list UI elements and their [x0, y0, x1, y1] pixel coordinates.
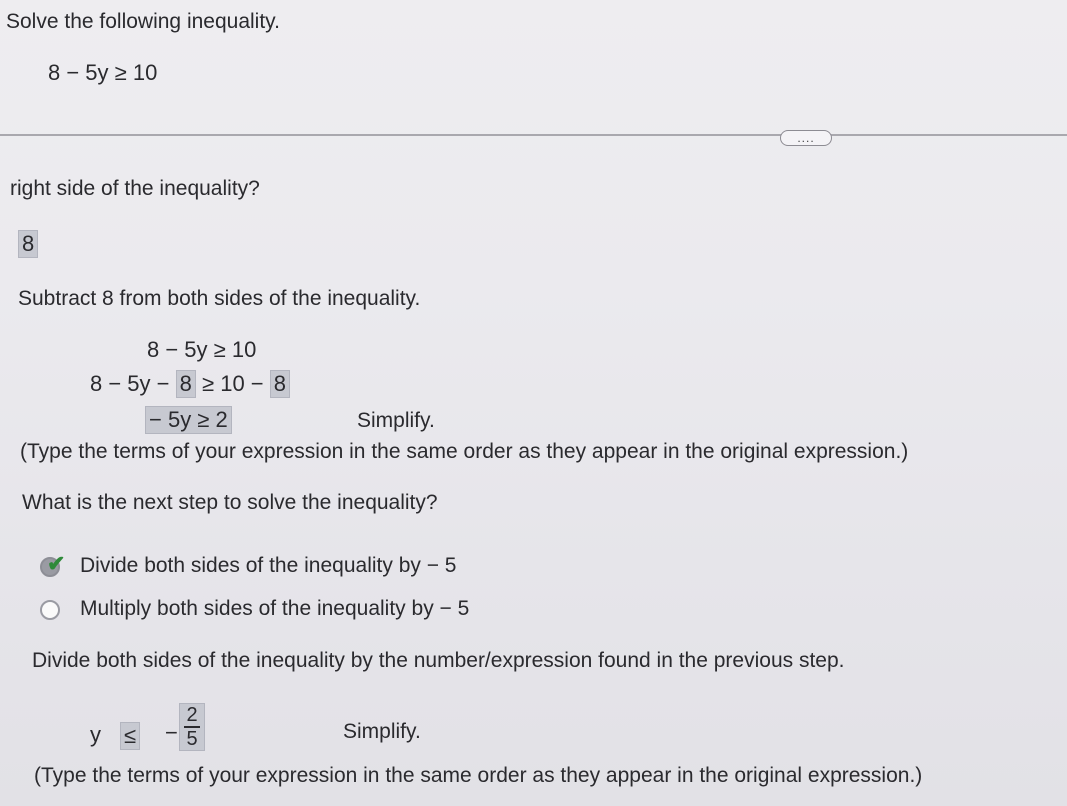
- step4-note: (Type the terms of your expression in th…: [34, 764, 923, 787]
- step4-denominator: 5: [186, 728, 198, 750]
- step1-answer: 8: [18, 230, 39, 258]
- step2-simplified-box[interactable]: − 5y ≥ 2: [145, 406, 232, 434]
- step2-instruction: Subtract 8 from both sides of the inequa…: [18, 287, 421, 310]
- step2-answer-box-1[interactable]: 8: [175, 370, 196, 398]
- original-inequality: 8 − 5y ≥ 10: [48, 60, 158, 85]
- divider: [0, 134, 1067, 136]
- step4-numerator: 2: [186, 704, 198, 726]
- option-divide-radio[interactable]: ✔: [40, 553, 65, 577]
- step4-variable: y: [90, 722, 101, 747]
- step2-line2: 8 − 5y − 8 ≥ 10 − 8: [90, 370, 291, 398]
- step4-relation-box[interactable]: ≤: [120, 722, 141, 750]
- step4-relation: ≤: [120, 722, 141, 750]
- option-divide-label[interactable]: Divide both sides of the inequality by −…: [80, 554, 456, 578]
- step2-answer-box-2[interactable]: 8: [269, 370, 291, 398]
- step1-question: right side of the inequality?: [10, 177, 260, 200]
- step4-sign: −: [165, 720, 178, 745]
- step2-line2-mid: ≥ 10 −: [202, 371, 264, 396]
- step2-line1: 8 − 5y ≥ 10: [147, 337, 257, 362]
- checkmark-icon: ✔: [47, 551, 66, 576]
- step2-simplify-label: Simplify.: [357, 409, 435, 432]
- option-multiply-label[interactable]: Multiply both sides of the inequality by…: [80, 597, 469, 621]
- step4-simplify-label: Simplify.: [343, 720, 421, 743]
- step4-instruction: Divide both sides of the inequality by t…: [32, 649, 845, 672]
- step2-simplified: − 5y ≥ 2: [145, 406, 232, 434]
- step3-question: What is the next step to solve the inequ…: [22, 491, 438, 514]
- step2-note: (Type the terms of your expression in th…: [20, 440, 909, 463]
- step4-fraction-box[interactable]: 2 5: [179, 703, 205, 751]
- more-button[interactable]: ....: [780, 130, 832, 146]
- step1-answer-box[interactable]: 8: [18, 230, 39, 258]
- option-multiply-radio[interactable]: [40, 600, 60, 620]
- instruction-text: Solve the following inequality.: [6, 10, 280, 33]
- step2-line2-left: 8 − 5y −: [90, 371, 170, 396]
